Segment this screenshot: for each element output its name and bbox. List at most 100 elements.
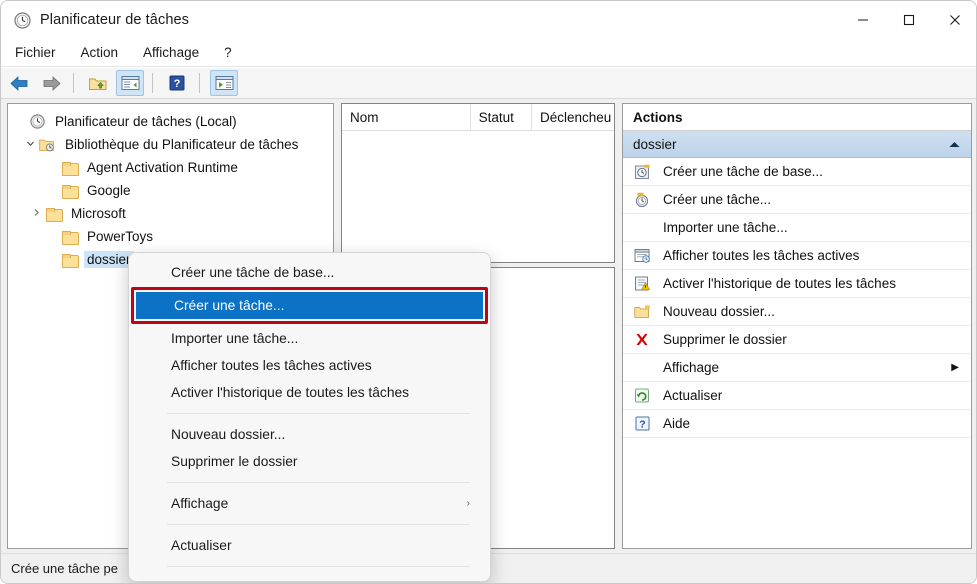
help-icon: ?	[631, 416, 653, 431]
tree-node-label: dossier	[84, 251, 134, 268]
svg-text:?: ?	[174, 78, 181, 90]
title-bar: Planificateur de tâches	[1, 1, 976, 39]
ctx-display-running-tasks[interactable]: Afficher toutes les tâches actives	[133, 352, 486, 379]
task-list-header: Nom Statut Déclencheu	[342, 104, 614, 131]
action-label: Nouveau dossier...	[663, 304, 775, 319]
tree-node-agent-activation-runtime[interactable]: Agent Activation Runtime	[8, 156, 333, 179]
folder-icon	[44, 207, 63, 222]
toolbar-separator-2	[152, 73, 153, 93]
action-import-task[interactable]: Importer une tâche...	[623, 214, 971, 242]
ctx-delete-folder[interactable]: Supprimer le dossier	[133, 448, 486, 475]
ctx-separator-2	[167, 482, 470, 483]
action-label: Créer une tâche...	[663, 192, 772, 207]
tree-node-label: Google	[87, 183, 131, 198]
action-refresh[interactable]: Actualiser	[623, 382, 971, 410]
chevron-right-icon: ›	[466, 498, 470, 509]
tree-node-label: Agent Activation Runtime	[87, 160, 238, 175]
action-label: Créer une tâche de base...	[663, 164, 823, 179]
actions-group-label: dossier	[633, 136, 677, 152]
task-list-panel[interactable]: Nom Statut Déclencheu	[341, 103, 615, 263]
column-header-nom[interactable]: Nom	[342, 104, 471, 130]
action-label: Affichage	[663, 360, 720, 375]
chevron-up-icon[interactable]	[948, 137, 961, 152]
menu-affichage[interactable]: Affichage	[132, 42, 210, 63]
context-menu[interactable]: Créer une tâche de base... Créer une tâc…	[128, 252, 491, 582]
tree-node-microsoft[interactable]: Microsoft	[8, 202, 333, 225]
svg-text:?: ?	[639, 418, 645, 430]
folder-clock-icon	[38, 138, 56, 152]
action-delete-folder[interactable]: Supprimer le dossier	[623, 326, 971, 354]
submenu-arrow-icon: ▶	[951, 362, 959, 373]
ctx-enable-history[interactable]: Activer l'historique de toutes les tâche…	[133, 379, 486, 406]
action-display-running-tasks[interactable]: Afficher toutes les tâches actives	[623, 242, 971, 270]
refresh-icon	[631, 388, 653, 403]
action-label: Aide	[663, 416, 691, 431]
maximize-button[interactable]	[886, 1, 932, 39]
toolbar-separator-3	[199, 73, 200, 93]
chevron-down-icon[interactable]	[22, 139, 38, 150]
tree-node-label: Planificateur de tâches (Local)	[55, 114, 237, 129]
action-pane-icon[interactable]	[210, 70, 238, 96]
ctx-new-folder[interactable]: Nouveau dossier...	[133, 421, 486, 448]
action-label: Actualiser	[663, 388, 723, 403]
help-icon[interactable]: ?	[163, 70, 191, 96]
ctx-help[interactable]: Aide	[133, 574, 486, 581]
action-label: Importer une tâche...	[663, 220, 788, 235]
menu-action[interactable]: Action	[70, 42, 130, 63]
menu-help[interactable]: ?	[213, 42, 243, 63]
action-label: Activer l'historique de toutes les tâche…	[663, 276, 896, 291]
action-help[interactable]: ? Aide	[623, 410, 971, 438]
ctx-separator-4	[167, 566, 470, 567]
column-header-statut[interactable]: Statut	[471, 104, 532, 130]
clock-icon	[28, 114, 46, 129]
delete-x-icon	[631, 332, 653, 347]
tree-node-label: Microsoft	[71, 206, 126, 221]
ctx-separator-3	[167, 524, 470, 525]
new-folder-icon	[631, 304, 653, 319]
column-header-declencheur[interactable]: Déclencheu	[532, 104, 614, 130]
action-new-folder[interactable]: Nouveau dossier...	[623, 298, 971, 326]
close-button[interactable]	[932, 1, 976, 39]
up-folder-icon[interactable]	[84, 70, 112, 96]
folder-icon	[60, 161, 79, 176]
action-view[interactable]: Affichage ▶	[623, 354, 971, 382]
running-tasks-icon	[631, 248, 653, 263]
window-controls	[840, 1, 976, 39]
tree-node-google[interactable]: Google	[8, 179, 333, 202]
actions-group-header[interactable]: dossier	[623, 131, 971, 158]
ctx-refresh[interactable]: Actualiser	[133, 532, 486, 559]
tree-node-root[interactable]: Planificateur de tâches (Local)	[8, 110, 333, 133]
window-title: Planificateur de tâches	[40, 12, 189, 28]
show-pane-icon[interactable]	[116, 70, 144, 96]
toolbar: ?	[1, 68, 976, 99]
minimize-button[interactable]	[840, 1, 886, 39]
toolbar-separator	[73, 73, 74, 93]
action-label: Afficher toutes les tâches actives	[663, 248, 860, 263]
history-icon	[631, 276, 653, 291]
ctx-create-basic-task[interactable]: Créer une tâche de base...	[133, 259, 486, 286]
action-enable-history[interactable]: Activer l'historique de toutes les tâche…	[623, 270, 971, 298]
tree-node-powertoys[interactable]: PowerToys	[8, 225, 333, 248]
ctx-view-label: Affichage	[171, 496, 229, 511]
tree-node-label: Bibliothèque du Planificateur de tâches	[65, 137, 299, 152]
folder-icon	[60, 184, 79, 199]
ctx-create-task[interactable]: Créer une tâche...	[136, 292, 483, 319]
task-scheduler-window: Planificateur de tâches Fichier Action A…	[0, 0, 977, 584]
chevron-right-icon[interactable]	[28, 208, 44, 219]
forward-arrow-icon[interactable]	[37, 70, 65, 96]
action-label: Supprimer le dossier	[663, 332, 787, 347]
ctx-import-task[interactable]: Importer une tâche...	[133, 325, 486, 352]
ctx-view[interactable]: Affichage ›	[133, 490, 486, 517]
back-arrow-icon[interactable]	[5, 70, 33, 96]
tree-node-label: PowerToys	[87, 229, 154, 244]
folder-icon	[60, 253, 79, 268]
action-create-basic-task[interactable]: Créer une tâche de base...	[623, 158, 971, 186]
ctx-separator-1	[167, 413, 470, 414]
actions-panel: Actions dossier Créer une tâche de base.…	[622, 103, 972, 549]
menu-fichier[interactable]: Fichier	[4, 42, 67, 63]
highlight-box: Créer une tâche...	[131, 287, 488, 324]
clock-icon	[13, 11, 31, 29]
tree-node-library[interactable]: Bibliothèque du Planificateur de tâches	[8, 133, 333, 156]
menu-bar: Fichier Action Affichage ?	[1, 39, 976, 67]
action-create-task[interactable]: Créer une tâche...	[623, 186, 971, 214]
